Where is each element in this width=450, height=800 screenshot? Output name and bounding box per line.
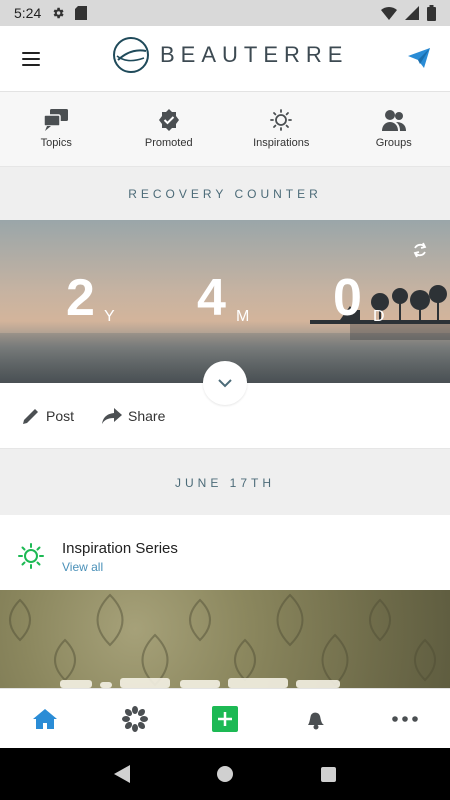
logo-text: BEAUTERRE (160, 42, 349, 67)
app-header: BEAUTERRE (0, 26, 450, 92)
share-arrow-icon (102, 407, 123, 424)
damask-pattern-image (9, 593, 436, 688)
flower-icon (122, 705, 148, 732)
counter-years: 2 (66, 269, 95, 327)
nav-more[interactable] (360, 689, 450, 748)
category-label: Inspirations (253, 137, 310, 149)
refresh-icon (413, 242, 427, 258)
nav-home[interactable] (0, 689, 90, 748)
wifi-icon (381, 7, 397, 20)
category-topics[interactable]: Topics (0, 92, 113, 166)
inspiration-title: Inspiration Series (62, 540, 178, 557)
inspiration-series-card[interactable]: Inspiration Series View all (0, 515, 450, 590)
menu-button[interactable] (22, 52, 40, 66)
chevron-down-icon (218, 378, 232, 387)
category-inspirations[interactable]: Inspirations (225, 92, 338, 166)
inspiration-image[interactable] (0, 590, 450, 688)
nav-add[interactable] (180, 689, 270, 748)
people-icon (381, 110, 406, 131)
logo-mark-icon (113, 37, 149, 73)
app-logo: BEAUTERRE (112, 36, 348, 74)
home-icon (33, 708, 57, 729)
counter-months-unit: M (236, 308, 250, 325)
category-groups[interactable]: Groups (338, 92, 450, 166)
battery-icon (427, 5, 436, 21)
post-button[interactable]: Post (22, 407, 74, 425)
more-dots-icon (392, 715, 418, 722)
sun-icon (270, 109, 293, 131)
nav-inspirations[interactable] (90, 689, 180, 748)
back-icon[interactable] (113, 765, 130, 783)
recovery-counter-card: 2 Y 4 M 0 D (0, 220, 450, 383)
view-all-link[interactable]: View all (62, 560, 103, 574)
counter-days-unit: D (373, 308, 385, 325)
home-circle-icon[interactable] (217, 766, 234, 782)
sun-icon (18, 543, 44, 569)
bell-icon (308, 712, 324, 729)
sd-card-icon (75, 6, 88, 20)
settings-icon (53, 7, 64, 19)
category-nav: Topics Promoted Inspirations Groups (0, 92, 450, 167)
android-nav-bar (0, 748, 450, 800)
refresh-button[interactable] (412, 242, 428, 263)
category-promoted[interactable]: Promoted (113, 92, 226, 166)
counter-days: 0 (333, 269, 362, 327)
category-label: Topics (40, 137, 72, 149)
chat-bubbles-icon (44, 109, 69, 131)
recovery-counter-title: RECOVERY COUNTER (128, 187, 322, 201)
post-label: Post (46, 407, 75, 424)
add-square-icon (212, 705, 238, 732)
nav-notifications[interactable] (270, 689, 360, 748)
bottom-nav (0, 688, 450, 748)
share-button[interactable]: Share (102, 407, 166, 424)
category-label: Groups (375, 137, 412, 149)
status-bar: 5:24 (0, 0, 450, 26)
paper-plane-icon (408, 48, 430, 68)
category-label: Promoted (144, 137, 193, 149)
counter-years-unit: Y (104, 308, 115, 325)
pencil-icon (23, 408, 38, 424)
status-time: 5:24 (14, 5, 42, 21)
recents-icon[interactable] (321, 766, 337, 782)
date-section-title: JUNE 17TH (174, 476, 275, 490)
expand-counter-button[interactable] (203, 361, 247, 405)
verified-badge-icon (158, 109, 179, 131)
signal-icon (405, 6, 419, 20)
counter-months: 4 (197, 269, 226, 327)
send-button[interactable] (408, 48, 430, 73)
share-label: Share (128, 407, 166, 424)
